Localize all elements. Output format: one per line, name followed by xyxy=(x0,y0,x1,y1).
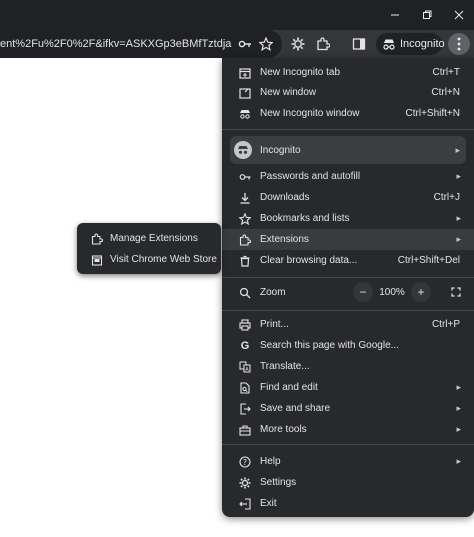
web-store-icon xyxy=(91,254,103,266)
find-document-icon xyxy=(239,381,251,394)
menu-separator xyxy=(222,129,474,130)
menu-item-settings[interactable]: Settings xyxy=(222,472,474,493)
menu-item-bookmarks[interactable]: Bookmarks and lists ▸ xyxy=(222,208,474,229)
menu-item-print[interactable]: Print... Ctrl+P xyxy=(222,314,474,335)
chevron-right-icon: ▸ xyxy=(456,171,461,181)
chevron-right-icon: ▸ xyxy=(456,234,461,244)
trash-icon xyxy=(239,255,251,267)
extension-puzzle-icon[interactable] xyxy=(287,33,309,55)
fullscreen-icon[interactable] xyxy=(446,282,466,302)
bookmark-star-icon[interactable] xyxy=(255,33,277,55)
menu-item-help[interactable]: ? Help ▸ xyxy=(222,451,474,472)
url-text[interactable]: ent%2Fu%2F0%2F&ifkv=ASKXGp3eBMfTztdjaDbB… xyxy=(0,30,232,58)
save-share-icon xyxy=(239,402,251,415)
chevron-right-icon: ▸ xyxy=(456,403,461,413)
extensions-submenu: Manage Extensions Visit Chrome Web Store xyxy=(77,223,221,274)
chevron-right-icon: ▸ xyxy=(456,456,461,466)
key-icon xyxy=(239,171,251,183)
zoom-level: 100% xyxy=(379,287,405,298)
extensions-icon[interactable] xyxy=(312,33,334,55)
menu-item-zoom: Zoom − 100% + xyxy=(222,282,474,303)
menu-item-new-tab[interactable]: New Incognito tab Ctrl+T xyxy=(222,62,474,83)
menu-separator xyxy=(222,277,474,278)
password-key-icon[interactable] xyxy=(234,33,256,55)
menu-item-clear-browsing-data[interactable]: Clear browsing data... Ctrl+Shift+Del xyxy=(222,250,474,271)
new-window-icon xyxy=(239,87,251,99)
incognito-icon xyxy=(239,108,251,120)
chevron-right-icon: ▸ xyxy=(456,213,461,223)
minimize-icon[interactable] xyxy=(378,3,412,27)
submenu-item-manage-extensions[interactable]: Manage Extensions xyxy=(77,228,221,249)
new-tab-icon xyxy=(239,67,251,79)
chrome-menu-button[interactable] xyxy=(448,33,470,55)
zoom-magnifier-icon xyxy=(239,287,251,299)
chevron-right-icon: ▸ xyxy=(456,382,461,392)
incognito-icon xyxy=(382,38,396,50)
close-icon[interactable] xyxy=(442,3,474,27)
menu-item-passwords[interactable]: Passwords and autofill ▸ xyxy=(222,166,474,187)
puzzle-piece-icon xyxy=(91,233,103,245)
printer-icon xyxy=(239,318,251,331)
incognito-profile-chip[interactable]: Incognito xyxy=(376,33,445,55)
menu-item-more-tools[interactable]: More tools ▸ xyxy=(222,419,474,440)
incognito-label: Incognito xyxy=(260,144,301,156)
restore-icon[interactable] xyxy=(410,3,444,27)
more-vert-icon xyxy=(457,37,461,51)
gear-icon xyxy=(239,477,251,489)
toolbox-icon xyxy=(239,424,251,436)
menu-item-search-google[interactable]: G Search this page with Google... xyxy=(222,335,474,356)
svg-text:A: A xyxy=(245,367,249,373)
menu-item-find-and-edit[interactable]: Find and edit ▸ xyxy=(222,377,474,398)
menu-item-new-incognito-window[interactable]: New Incognito window Ctrl+Shift+N xyxy=(222,103,474,124)
submenu-item-visit-web-store[interactable]: Visit Chrome Web Store xyxy=(77,249,221,270)
menu-item-downloads[interactable]: Downloads Ctrl+J xyxy=(222,187,474,208)
menu-separator xyxy=(222,444,474,445)
translate-icon: A xyxy=(239,361,251,373)
incognito-avatar-icon xyxy=(234,141,252,159)
puzzle-piece-icon xyxy=(239,234,251,246)
zoom-in-button[interactable]: + xyxy=(411,282,431,302)
menu-item-exit[interactable]: Exit xyxy=(222,493,474,514)
address-bar[interactable]: ent%2Fu%2F0%2F&ifkv=ASKXGp3eBMfTztdjaDbB… xyxy=(0,30,282,58)
download-icon xyxy=(239,192,251,204)
title-bar xyxy=(0,0,474,30)
exit-icon xyxy=(239,497,251,510)
menu-item-extensions[interactable]: Extensions ▸ xyxy=(222,229,474,250)
star-icon xyxy=(239,212,251,225)
chevron-right-icon: ▸ xyxy=(456,424,461,434)
google-g-icon: G xyxy=(240,339,250,352)
menu-item-new-window[interactable]: New window Ctrl+N xyxy=(222,82,474,103)
menu-separator xyxy=(222,310,474,311)
side-panel-icon[interactable] xyxy=(348,33,370,55)
menu-item-incognito-profile[interactable]: Incognito ▸ xyxy=(230,136,466,164)
profile-label: Incognito xyxy=(400,38,445,50)
chevron-right-icon: ▸ xyxy=(455,144,460,155)
zoom-out-button[interactable]: − xyxy=(353,282,373,302)
menu-item-translate[interactable]: A Translate... xyxy=(222,356,474,377)
menu-item-save-and-share[interactable]: Save and share ▸ xyxy=(222,398,474,419)
chrome-menu: New Incognito tab Ctrl+T New window Ctrl… xyxy=(222,58,474,517)
svg-text:?: ? xyxy=(243,457,247,466)
help-icon: ? xyxy=(239,455,251,468)
